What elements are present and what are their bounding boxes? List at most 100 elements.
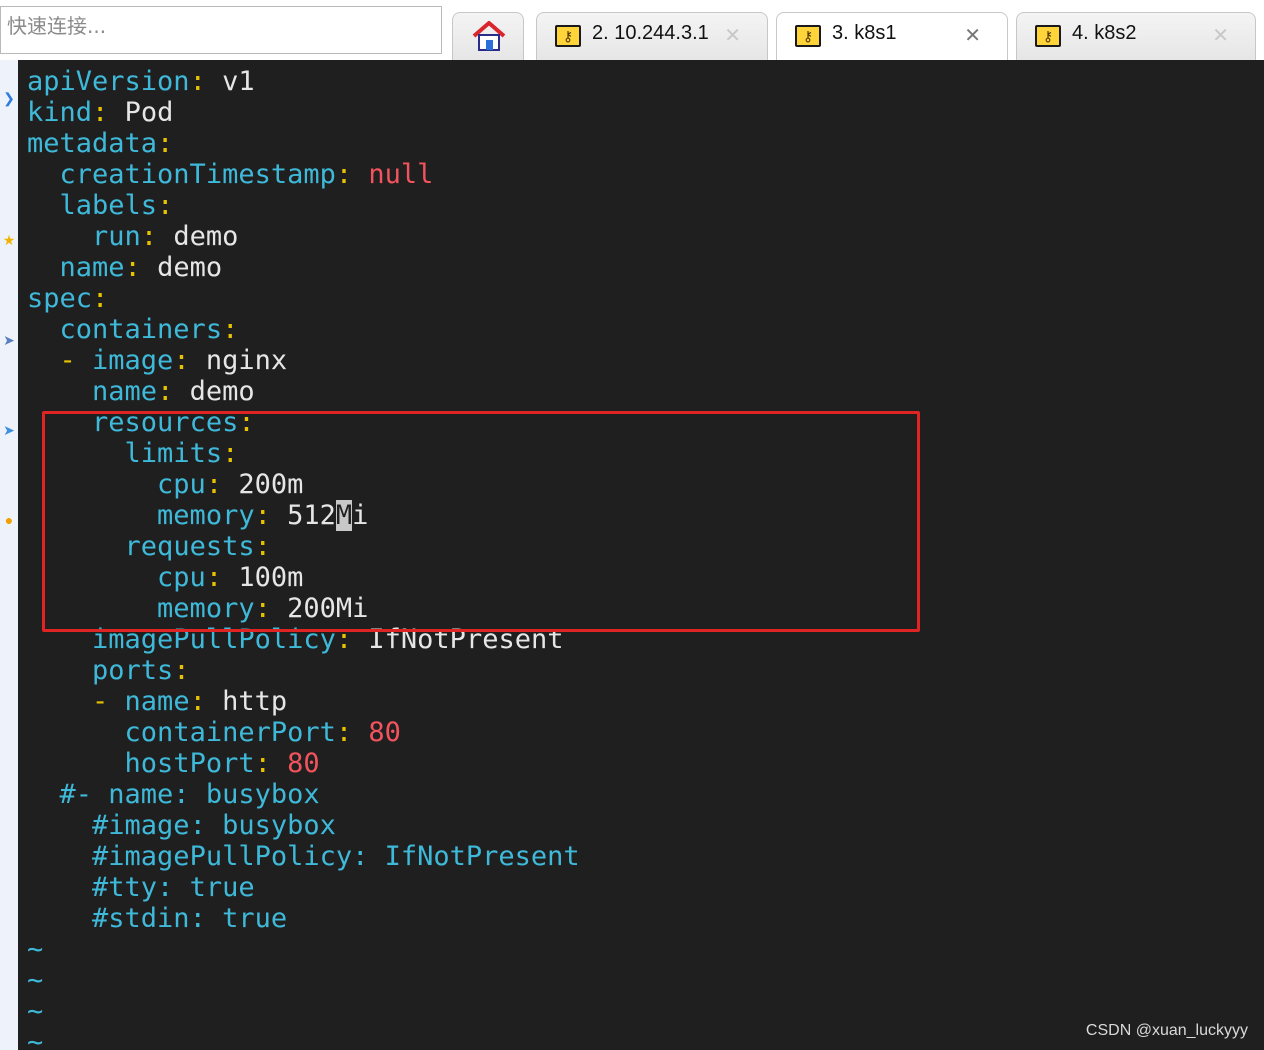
terminal-line: #image: busybox xyxy=(27,810,580,841)
yaml-colon: : xyxy=(157,190,174,221)
side-panel-strip[interactable]: ❯ ★ ➤ ➤ ● xyxy=(0,60,19,1050)
yaml-key: apiVersion xyxy=(27,66,190,97)
chevron-right-icon[interactable]: ❯ xyxy=(0,90,18,107)
home-tab[interactable] xyxy=(452,12,524,60)
yaml-value: demo xyxy=(189,376,255,407)
terminal-line: #- name: busybox xyxy=(27,779,580,810)
arrow-icon: ➤ xyxy=(3,332,15,348)
yaml-colon: : xyxy=(92,97,109,128)
yaml-colon: : xyxy=(140,221,158,252)
yaml-comment: #image: busybox xyxy=(92,810,336,841)
yaml-key: name xyxy=(92,376,158,407)
terminal-line: ~ xyxy=(27,1027,580,1050)
yaml-key: metadata xyxy=(27,128,158,159)
tab-label: 3. k8s1 xyxy=(832,22,897,44)
home-icon xyxy=(472,21,506,51)
tab-session-2[interactable]: ⚷ 2. 10.244.3.1 ✕ xyxy=(536,12,768,60)
yaml-key: name xyxy=(124,686,190,717)
yaml-value: Pod xyxy=(124,97,174,128)
yaml-comment: #- name: busybox xyxy=(59,779,320,810)
yaml-key: containerPort xyxy=(124,717,336,748)
terminal-line: #imagePullPolicy: IfNotPresent xyxy=(27,841,580,872)
yaml-colon: : xyxy=(92,283,109,314)
terminal-line: containers: xyxy=(27,314,580,345)
empty-line-tilde: ~ xyxy=(27,965,44,996)
yaml-colon: : xyxy=(189,686,206,717)
title-bar: 快速连接... ⚷ 2. 10.244.3.1 ✕ ⚷ 3. k8s1 ✕ ⚷ … xyxy=(0,0,1264,60)
yaml-key: kind xyxy=(27,97,93,128)
yaml-colon: : xyxy=(157,376,174,407)
yaml-value: nginx xyxy=(205,345,288,376)
yaml-key: ports xyxy=(92,655,174,686)
yaml-comment: #imagePullPolicy: IfNotPresent xyxy=(92,841,580,872)
yaml-colon: : xyxy=(157,128,174,159)
terminal-line: - name: http xyxy=(27,686,580,717)
terminal-line: apiVersion: v1 xyxy=(27,66,580,97)
empty-line-tilde: ~ xyxy=(27,996,44,1027)
key-icon: ⚷ xyxy=(1035,25,1061,47)
yaml-value: null xyxy=(368,159,434,190)
yaml-colon: : xyxy=(222,314,239,345)
yaml-colon: : xyxy=(254,748,271,779)
yaml-key: labels xyxy=(59,190,158,221)
yaml-key: name xyxy=(59,252,125,283)
terminal-line: hostPort: 80 xyxy=(27,748,580,779)
terminal-line: ~ xyxy=(27,934,580,965)
quick-connect-input[interactable]: 快速连接... xyxy=(0,6,442,54)
terminal-line: run: demo xyxy=(27,221,580,252)
star-icon: ★ xyxy=(2,232,16,248)
yaml-value: demo xyxy=(157,252,223,283)
yaml-key: spec xyxy=(27,283,93,314)
resources-highlight-box xyxy=(42,411,920,632)
yaml-key: image xyxy=(92,345,174,376)
yaml-colon: : xyxy=(173,655,190,686)
terminal-line: metadata: xyxy=(27,128,580,159)
terminal-line: name: demo xyxy=(27,252,580,283)
yaml-value: 80 xyxy=(368,717,401,748)
terminal-line: kind: Pod xyxy=(27,97,580,128)
terminal-line: ports: xyxy=(27,655,580,686)
yaml-key: creationTimestamp xyxy=(59,159,336,190)
yaml-colon: : xyxy=(173,345,190,376)
yaml-colon: : xyxy=(335,159,353,190)
close-icon[interactable]: ✕ xyxy=(1212,23,1229,48)
terminal-view[interactable]: apiVersion: v1 kind: Pod metadata: creatio… xyxy=(18,60,1264,1050)
empty-line-tilde: ~ xyxy=(27,934,44,965)
watermark: CSDN @xuan_luckyyy xyxy=(1085,1022,1248,1039)
key-icon: ⚷ xyxy=(555,25,581,47)
yaml-comment: #stdin: true xyxy=(92,903,288,934)
yaml-colon: : xyxy=(189,66,206,97)
terminal-line: name: demo xyxy=(27,376,580,407)
terminal-line: ~ xyxy=(27,996,580,1027)
yaml-list-dash: - xyxy=(92,686,125,717)
close-icon[interactable]: ✕ xyxy=(964,23,981,48)
empty-line-tilde: ~ xyxy=(27,1027,44,1050)
yaml-key: hostPort xyxy=(124,748,255,779)
yaml-value: demo xyxy=(173,221,239,252)
terminal-line: - image: nginx xyxy=(27,345,580,376)
close-icon[interactable]: ✕ xyxy=(724,23,741,48)
key-icon: ⚷ xyxy=(795,25,821,47)
yaml-colon: : xyxy=(335,717,353,748)
smiley-icon: ● xyxy=(4,512,14,528)
terminal-line: #stdin: true xyxy=(27,903,580,934)
terminal-line: containerPort: 80 xyxy=(27,717,580,748)
yaml-list-dash: - xyxy=(59,345,93,376)
yaml-value: 80 xyxy=(287,748,320,779)
terminal-line: ~ xyxy=(27,965,580,996)
send-icon: ➤ xyxy=(3,422,15,438)
yaml-value: http xyxy=(222,686,288,717)
yaml-key: run xyxy=(92,221,141,252)
tab-label: 2. 10.244.3.1 xyxy=(592,22,709,44)
terminal-line: creationTimestamp: null xyxy=(27,159,580,190)
session-tab-strip: ⚷ 2. 10.244.3.1 ✕ ⚷ 3. k8s1 ✕ ⚷ 4. k8s2 … xyxy=(452,12,1264,60)
yaml-key: containers xyxy=(59,314,223,345)
tab-label: 4. k8s2 xyxy=(1072,22,1137,44)
terminal-line: spec: xyxy=(27,283,580,314)
yaml-value: v1 xyxy=(222,66,255,97)
terminal-line: labels: xyxy=(27,190,580,221)
yaml-colon: : xyxy=(124,252,141,283)
tab-session-3[interactable]: ⚷ 3. k8s1 ✕ xyxy=(776,12,1008,60)
terminal-line: #tty: true xyxy=(27,872,580,903)
tab-session-4[interactable]: ⚷ 4. k8s2 ✕ xyxy=(1016,12,1256,60)
